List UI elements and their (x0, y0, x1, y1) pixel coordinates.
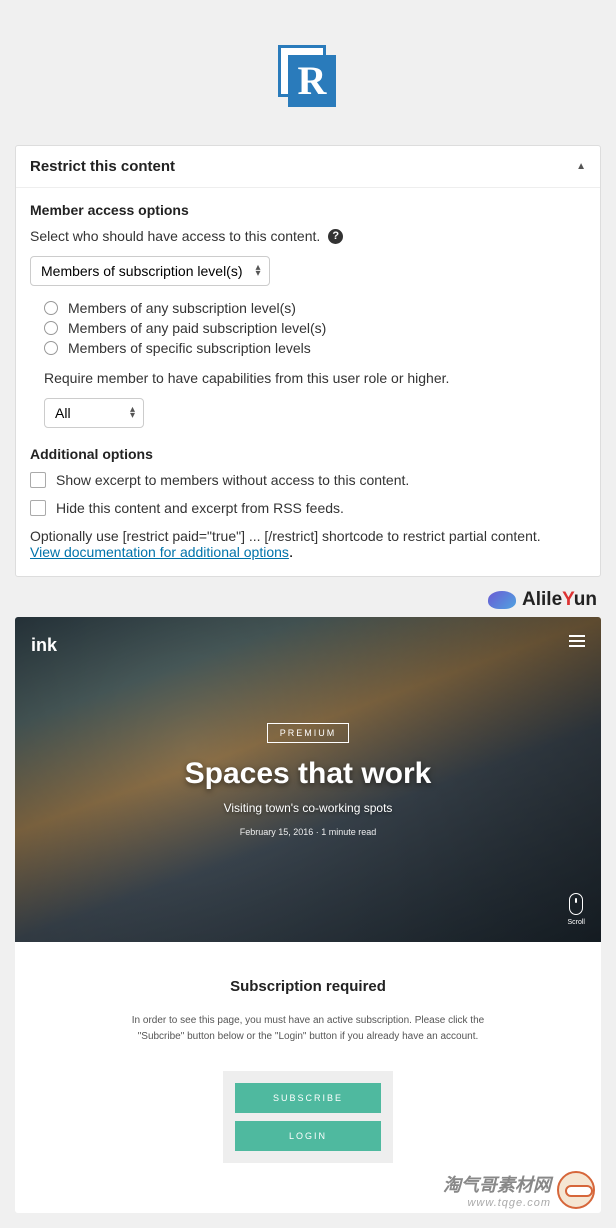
chevron-updown-icon: ▴▾ (255, 265, 260, 277)
panel-header[interactable]: Restrict this content ▲ (16, 146, 600, 188)
cloud-icon (488, 591, 516, 609)
logo-area: R (15, 0, 601, 145)
chevron-updown-icon: ▴▾ (130, 407, 135, 419)
restrict-logo: R (278, 45, 338, 105)
theme-preview: ink PREMIUM Spaces that work Visiting to… (15, 617, 601, 1213)
radio-icon (44, 321, 58, 335)
button-group: SUBSCRIBE LOGIN (223, 1071, 393, 1163)
subscribe-button[interactable]: SUBSCRIBE (235, 1083, 381, 1113)
subscription-level-select[interactable]: Members of subscription level(s) ▴▾ (30, 256, 270, 286)
mouse-icon (569, 893, 583, 915)
hero-meta: February 15, 2016 · 1 minute read (240, 827, 377, 837)
login-button[interactable]: LOGIN (235, 1121, 381, 1151)
hamburger-icon[interactable] (569, 635, 585, 647)
hero-section: ink PREMIUM Spaces that work Visiting to… (15, 617, 601, 942)
hero-title: Spaces that work (185, 757, 432, 791)
member-type-radios: Members of any subscription level(s) Mem… (30, 300, 586, 356)
restrict-panel: Restrict this content ▲ Member access op… (15, 145, 601, 577)
radio-specific[interactable]: Members of specific subscription levels (44, 340, 586, 356)
checkbox-icon (30, 472, 46, 488)
subscription-required-desc: In order to see this page, you must have… (118, 1013, 498, 1045)
collapse-icon[interactable]: ▲ (576, 161, 586, 172)
premium-badge: PREMIUM (267, 723, 350, 743)
access-description: Select who should have access to this co… (30, 228, 320, 244)
mascot-icon (557, 1171, 595, 1209)
member-access-heading: Member access options (30, 202, 586, 218)
role-description: Require member to have capabilities from… (44, 370, 586, 386)
ink-logo[interactable]: ink (31, 635, 57, 656)
scroll-indicator[interactable]: Scroll (567, 893, 585, 926)
help-icon[interactable]: ? (328, 229, 343, 244)
radio-icon (44, 301, 58, 315)
hero-subtitle: Visiting town's co-working spots (224, 801, 393, 815)
select-value: Members of subscription level(s) (41, 263, 243, 279)
alileyun-watermark: AlileYun (15, 589, 601, 617)
radio-icon (44, 341, 58, 355)
radio-any-level[interactable]: Members of any subscription level(s) (44, 300, 586, 316)
shortcode-hint: Optionally use [restrict paid="true"] ..… (30, 528, 586, 544)
additional-options-heading: Additional options (30, 446, 586, 462)
panel-body: Member access options Select who should … (16, 188, 600, 576)
checkbox-hide-rss[interactable]: Hide this content and excerpt from RSS f… (30, 500, 586, 516)
role-select[interactable]: All ▴▾ (44, 398, 144, 428)
checkbox-show-excerpt[interactable]: Show excerpt to members without access t… (30, 472, 586, 488)
panel-title: Restrict this content (30, 158, 175, 175)
documentation-link[interactable]: View documentation for additional option… (30, 544, 289, 560)
radio-any-paid[interactable]: Members of any paid subscription level(s… (44, 320, 586, 336)
checkbox-icon (30, 500, 46, 516)
role-select-value: All (55, 405, 71, 421)
subscription-required-title: Subscription required (35, 978, 581, 995)
tqge-watermark: 淘气哥素材网 www.tqge.com (443, 1171, 595, 1209)
